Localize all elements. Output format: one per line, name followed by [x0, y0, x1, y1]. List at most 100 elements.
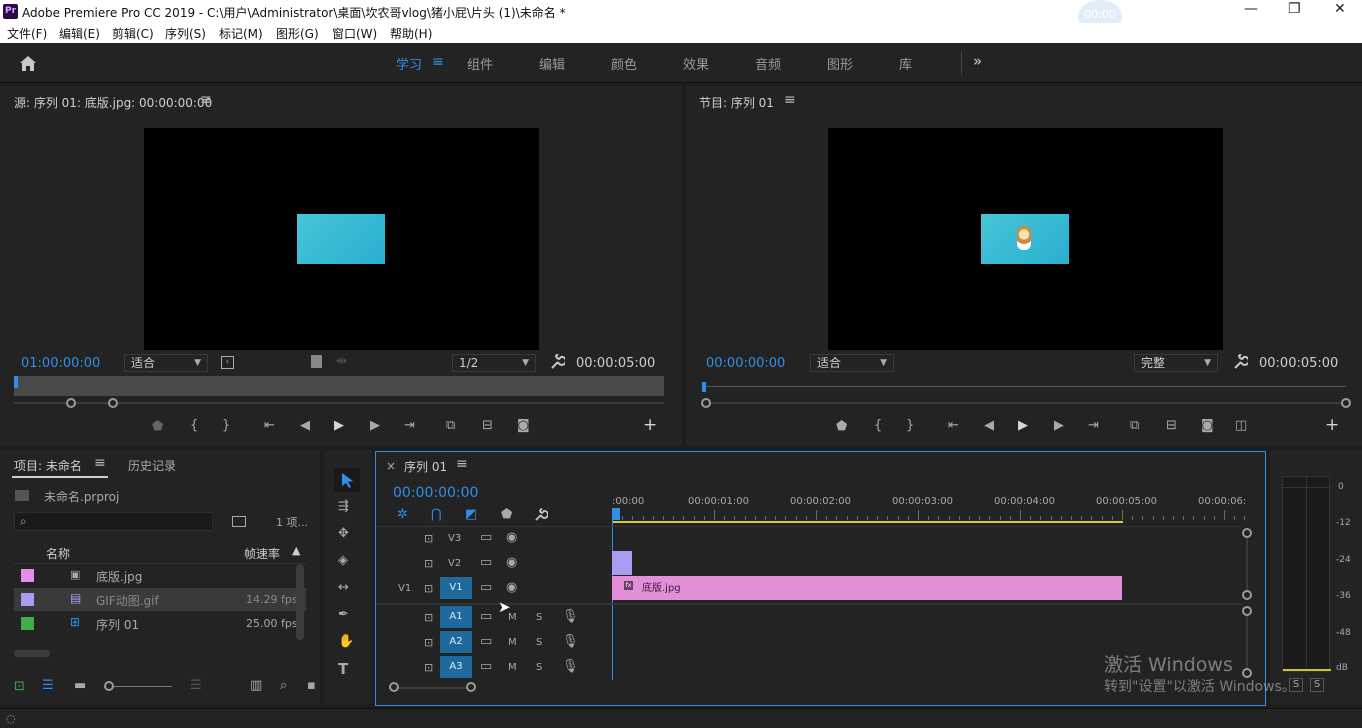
slip-tool-icon[interactable]: ↔ [338, 581, 349, 595]
program-timecode[interactable]: 00:00:00:00 [706, 356, 785, 371]
lock-icon[interactable]: ⊡ [424, 532, 433, 546]
mark-out-icon[interactable]: } [906, 419, 914, 433]
add-marker-icon[interactable]: ⬟ [501, 508, 512, 522]
project-item-row[interactable]: ▤ GIF动图.gif 14.29 fps [14, 588, 306, 611]
add-marker-icon[interactable]: ⬟ [152, 420, 163, 434]
image-clip[interactable]: fx 底版.jpg [612, 576, 1122, 600]
icon-view-icon[interactable]: ▬ [74, 679, 86, 693]
tab-history[interactable]: 历史记录 [128, 457, 176, 474]
more-workspaces-icon[interactable]: » [973, 52, 982, 70]
workspace-menu-icon[interactable]: ≡ [432, 54, 444, 70]
menu-clip[interactable]: 剪辑(C) [112, 25, 154, 42]
camera-icon[interactable]: ◙ [517, 419, 530, 433]
find-icon[interactable]: ⌕ [280, 679, 287, 693]
menu-marker[interactable]: 标记(M) [219, 25, 263, 42]
mute-button[interactable]: M [508, 637, 517, 648]
source-panel-menu-icon[interactable]: ≡ [200, 92, 212, 108]
drag-video-only-icon[interactable] [311, 355, 322, 368]
workspace-tab-graphics[interactable]: 图形 [827, 54, 853, 73]
ripple-edit-tool-icon[interactable]: ✥ [338, 527, 349, 541]
source-playhead[interactable] [14, 376, 18, 388]
mute-button[interactable]: M [508, 662, 517, 673]
nest-icon[interactable]: ✲ [397, 508, 408, 522]
go-to-out-icon[interactable]: ⇥ [1088, 419, 1099, 433]
source-timecode[interactable]: 01:00:00:00 [21, 356, 100, 371]
timeline-tab[interactable]: 序列 01 [404, 458, 447, 475]
menu-sequence[interactable]: 序列(S) [165, 25, 206, 42]
play-icon[interactable]: ▶ [334, 419, 344, 433]
workspace-tab-editing[interactable]: 编辑 [539, 54, 565, 73]
timeline-zoom-bar[interactable] [394, 687, 472, 689]
sync-lock-icon[interactable]: ▭ [480, 581, 492, 595]
play-icon[interactable]: ▶ [1018, 419, 1028, 433]
audio-zoom-bar[interactable] [1246, 616, 1248, 668]
comparison-view-icon[interactable]: ◫ [1235, 419, 1247, 433]
insert-icon[interactable]: ⧉ [446, 419, 455, 433]
solo-button[interactable]: S [536, 637, 542, 648]
sync-lock-icon[interactable]: ▭ [480, 556, 492, 570]
snap-magnet-icon[interactable]: ⋂ [431, 508, 442, 522]
mark-in-icon[interactable]: { [874, 419, 882, 433]
eye-icon[interactable]: ◉ [506, 581, 517, 595]
project-horizontal-scrollbar[interactable] [14, 650, 50, 657]
workspace-tab-color[interactable]: 颜色 [611, 54, 637, 73]
add-marker-icon[interactable]: ⬟ [836, 420, 847, 434]
timeline-menu-icon[interactable]: ≡ [456, 456, 468, 472]
go-to-in-icon[interactable]: ⇤ [264, 419, 275, 433]
menu-window[interactable]: 窗口(W) [332, 25, 377, 42]
workspace-tab-libraries[interactable]: 库 [899, 54, 912, 73]
menu-help[interactable]: 帮助(H) [390, 25, 432, 42]
gif-clip[interactable] [612, 551, 632, 575]
pen-tool-icon[interactable]: ✒ [338, 608, 349, 622]
project-item-row[interactable]: ⊞ 序列 01 25.00 fps [14, 612, 306, 635]
linked-selection-icon[interactable]: ◩ [465, 508, 477, 522]
lock-icon[interactable]: ⊡ [424, 557, 433, 571]
source-scrub-bar[interactable] [14, 376, 664, 396]
program-quality-dropdown[interactable]: 完整▼ [1134, 354, 1218, 372]
type-tool-icon[interactable]: T [338, 662, 348, 676]
lock-icon[interactable]: ⊡ [424, 661, 433, 675]
eye-icon[interactable]: ◉ [506, 556, 517, 570]
program-scrub-bar[interactable] [702, 386, 1346, 387]
mark-in-icon[interactable]: { [190, 419, 198, 433]
program-playhead[interactable] [702, 382, 706, 392]
sort-icons-icon[interactable]: ☰ [190, 679, 202, 693]
mark-out-icon[interactable]: } [222, 419, 230, 433]
razor-tool-icon[interactable]: ◈ [338, 554, 348, 568]
project-vertical-scrollbar[interactable] [296, 564, 304, 640]
restore-button[interactable]: ❐ [1288, 1, 1301, 17]
new-search-bin-icon[interactable] [232, 516, 246, 527]
button-editor-plus-icon[interactable]: + [643, 418, 657, 432]
project-search-input[interactable]: ⌕ [14, 512, 213, 531]
program-zoom-handle-left[interactable] [701, 398, 711, 408]
lock-icon[interactable]: ⊡ [14, 680, 25, 694]
timeline-zoom-handle-left[interactable] [389, 682, 399, 692]
audio-zoom-handle-top[interactable] [1242, 606, 1252, 616]
microphone-icon[interactable]: 🎙 [562, 660, 579, 674]
automate-to-sequence-icon[interactable]: ▥ [250, 679, 262, 693]
microphone-icon[interactable]: 🎙 [562, 610, 579, 624]
wrench-icon[interactable] [1232, 354, 1248, 370]
extract-icon[interactable]: ⊟ [1166, 419, 1177, 433]
timeline-timecode[interactable]: 00:00:00:00 [393, 485, 478, 501]
wrench-icon[interactable] [549, 354, 565, 370]
lock-icon[interactable]: ⊡ [424, 611, 433, 625]
go-to-out-icon[interactable]: ⇥ [404, 419, 415, 433]
lock-icon[interactable]: ⊡ [424, 582, 433, 596]
timeline-settings-wrench-icon[interactable] [534, 508, 548, 522]
overwrite-icon[interactable]: ⊟ [482, 419, 493, 433]
zoom-slider-handle[interactable] [104, 681, 114, 691]
workspace-tab-learn[interactable]: 学习 [396, 54, 422, 73]
button-editor-plus-icon[interactable]: + [1325, 418, 1339, 432]
lift-icon[interactable]: ⧉ [1130, 419, 1139, 433]
timeline-close-icon[interactable]: × [386, 459, 396, 473]
program-panel-menu-icon[interactable]: ≡ [784, 92, 796, 108]
lock-icon[interactable]: ⊡ [424, 636, 433, 650]
timeline-ruler[interactable]: :00:00 00:00:01:00 00:00:02:00 00:00:03:… [612, 492, 1242, 526]
program-zoom-bar[interactable] [702, 402, 1346, 404]
go-to-in-icon[interactable]: ⇤ [948, 419, 959, 433]
new-bin-icon[interactable]: ▪ [307, 679, 316, 693]
step-forward-icon[interactable]: ▶ [370, 419, 380, 433]
video-zoom-handle-bottom[interactable] [1242, 590, 1252, 600]
drag-audio-only-icon[interactable]: ⇹ [336, 355, 347, 369]
